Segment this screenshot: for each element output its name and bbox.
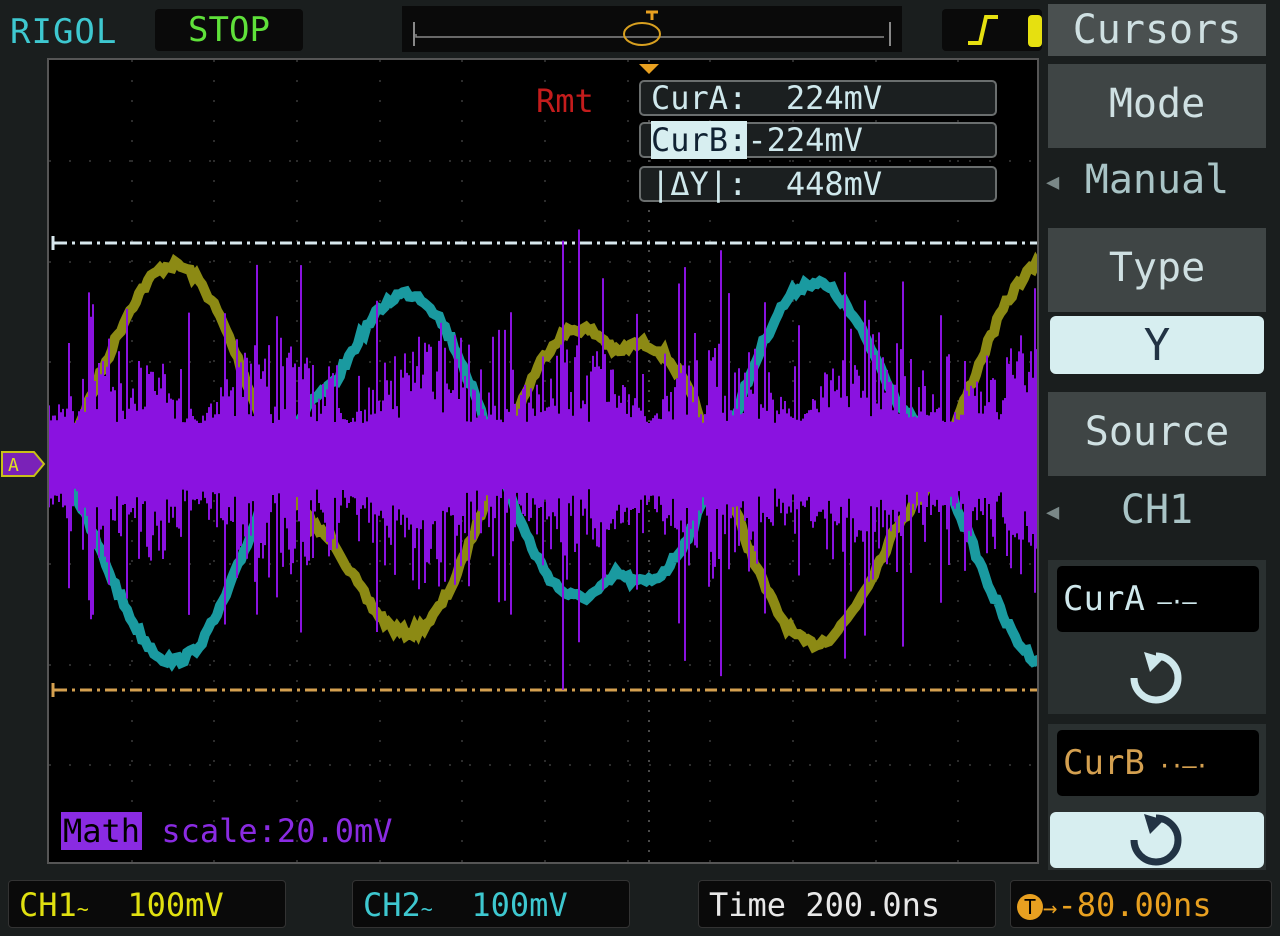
math-waveform (49, 229, 1037, 690)
source-button[interactable]: Source (1048, 392, 1266, 476)
math-tag: Math (61, 812, 143, 850)
svg-text:A: A (8, 455, 19, 476)
waveform-display[interactable]: Rmt CurA: 224mV CurB:-224mV |ΔY|: 448mV … (47, 58, 1039, 864)
rotate-knob-icon (1130, 814, 1182, 866)
trigger-icon: T (1017, 894, 1043, 920)
ch2-scale-box[interactable]: CH2~ 100mV (352, 880, 630, 928)
type-value[interactable]: Y (1050, 316, 1264, 374)
ac-coupling-icon: ~ (76, 897, 89, 921)
cur-b-button[interactable]: CurB ··—· (1057, 730, 1259, 796)
dash-dot-line-icon: —·— (1144, 588, 1196, 616)
trigger-status (942, 9, 1042, 51)
cursor-b-readout: CurB:-224mV (639, 121, 997, 159)
brand-logo: RIGOL (10, 12, 118, 52)
remote-indicator: Rmt (536, 82, 594, 120)
cur-a-button[interactable]: CurA —·— (1057, 566, 1259, 632)
delta-y-readout: |ΔY|: 448mV (639, 166, 997, 202)
trigger-offset-box[interactable]: T →-80.00ns (1010, 880, 1272, 928)
ac-coupling-icon: ~ (420, 897, 433, 921)
timebase-box[interactable]: Time 200.0ns (698, 880, 996, 928)
cur-b-knob-button[interactable] (1050, 812, 1264, 868)
run-status: STOP (155, 9, 303, 51)
arrow-right-icon: → (1043, 894, 1058, 922)
mode-value[interactable]: Manual (1048, 152, 1266, 216)
dash-dot-dot-line-icon: ··—· (1144, 752, 1209, 780)
ch1-scale-box[interactable]: CH1~ 100mV (8, 880, 286, 928)
math-ground-marker: A (0, 450, 46, 482)
cursor-a-readout: CurA: 224mV (639, 80, 997, 116)
menu-title: Cursors (1048, 4, 1266, 56)
cursor-b-label: CurB: (651, 121, 748, 159)
memory-position-indicator (402, 6, 902, 52)
math-scale: scale:20.0mV (161, 812, 393, 850)
cursor-b-value: -224mV (747, 121, 863, 159)
mode-button[interactable]: Mode (1048, 64, 1266, 148)
type-button[interactable]: Type (1048, 228, 1266, 312)
rising-edge-icon (968, 15, 998, 45)
math-scale-label: Math scale:20.0mV (61, 812, 393, 850)
source-value[interactable]: CH1 (1048, 480, 1266, 544)
rotate-knob-icon (1122, 648, 1192, 712)
